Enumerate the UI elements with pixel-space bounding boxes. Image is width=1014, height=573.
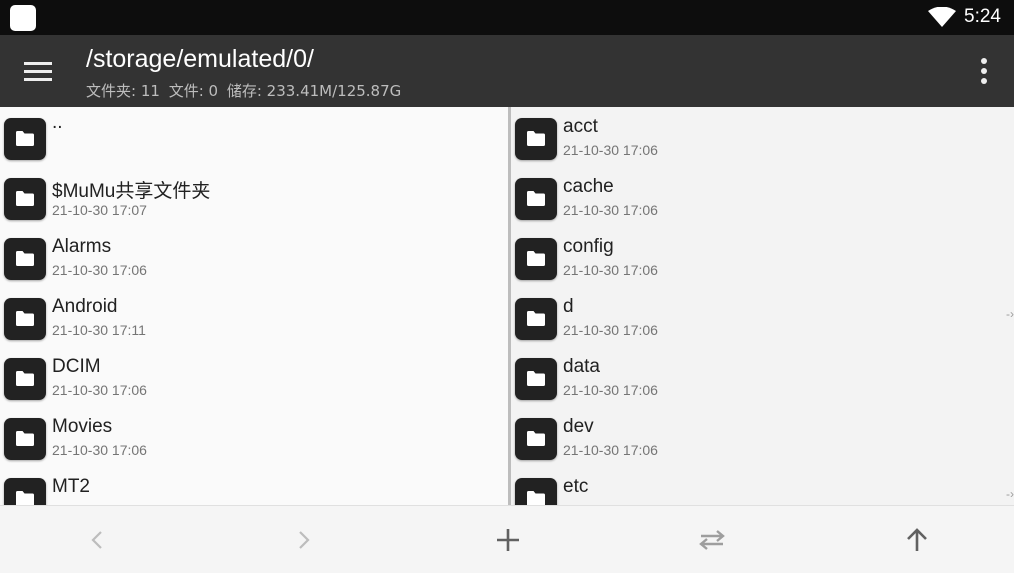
item-name: Alarms bbox=[52, 236, 112, 257]
folder-icon bbox=[515, 478, 557, 505]
item-name: acct bbox=[563, 116, 598, 137]
list-item[interactable]: Movies 21-10-30 17:06 bbox=[0, 407, 508, 467]
item-date: 21-10-30 17:06 bbox=[52, 262, 147, 278]
file-count: 文件: 0 bbox=[168, 82, 219, 100]
back-button[interactable] bbox=[78, 520, 118, 560]
item-date: 21-10-30 17:06 bbox=[563, 322, 658, 338]
right-file-pane[interactable]: acct 21-10-30 17:06 cache 21-10-30 17:06… bbox=[511, 107, 1014, 505]
bottom-toolbar bbox=[0, 505, 1014, 573]
item-name: MT2 bbox=[52, 476, 90, 497]
list-item[interactable]: Alarms 21-10-30 17:06 bbox=[0, 227, 508, 287]
folder-icon bbox=[4, 358, 46, 400]
list-item[interactable]: acct 21-10-30 17:06 bbox=[511, 107, 1014, 167]
wifi-icon bbox=[928, 7, 956, 27]
list-item[interactable]: d 21-10-30 17:06 -› bbox=[511, 287, 1014, 347]
item-date: 21-10-30 17:06 bbox=[563, 382, 658, 398]
item-name: dev bbox=[563, 416, 594, 437]
app-square-icon bbox=[10, 5, 36, 31]
item-date: 21-10-30 17:11 bbox=[52, 322, 146, 338]
item-name: etc bbox=[563, 476, 589, 497]
forward-button[interactable] bbox=[283, 520, 323, 560]
directory-info: 文件夹: 11 文件: 0 储存: 233.41M/125.87G bbox=[86, 80, 405, 101]
list-item[interactable]: Android 21-10-30 17:11 bbox=[0, 287, 508, 347]
item-date: 21-10-30 17:06 bbox=[563, 442, 658, 458]
item-name: .. bbox=[52, 112, 63, 133]
status-bar: 5:24 bbox=[0, 0, 1014, 35]
list-item[interactable]: cache 21-10-30 17:06 bbox=[511, 167, 1014, 227]
item-name: $MuMu共享文件夹 bbox=[52, 181, 211, 202]
list-item[interactable]: MT2 bbox=[0, 467, 508, 505]
symlink-indicator: -› bbox=[1006, 487, 1014, 501]
add-icon bbox=[497, 529, 519, 551]
folder-icon bbox=[515, 118, 557, 160]
menu-button[interactable] bbox=[18, 55, 58, 87]
folder-icon bbox=[4, 118, 46, 160]
clock: 5:24 bbox=[964, 6, 1001, 27]
folder-icon bbox=[515, 418, 557, 460]
add-button[interactable] bbox=[488, 520, 528, 560]
folder-icon bbox=[515, 178, 557, 220]
folder-icon bbox=[4, 298, 46, 340]
list-item[interactable]: data 21-10-30 17:06 bbox=[511, 347, 1014, 407]
item-name: data bbox=[563, 356, 600, 377]
folder-count: 文件夹: 11 bbox=[86, 82, 160, 100]
up-icon bbox=[907, 528, 927, 551]
list-item[interactable]: config 21-10-30 17:06 bbox=[511, 227, 1014, 287]
folder-icon bbox=[4, 238, 46, 280]
symlink-indicator: -› bbox=[1006, 307, 1014, 321]
swap-panes-button[interactable] bbox=[692, 520, 732, 560]
item-date: 21-10-30 17:06 bbox=[52, 442, 147, 458]
back-icon bbox=[91, 531, 102, 549]
folder-icon bbox=[4, 418, 46, 460]
item-date: 21-10-30 17:06 bbox=[52, 382, 147, 398]
list-item[interactable]: $MuMu共享文件夹 21-10-30 17:07 bbox=[0, 167, 508, 227]
storage-usage: 储存: 233.41M/125.87G bbox=[226, 82, 402, 100]
item-name: cache bbox=[563, 176, 614, 197]
up-directory-button[interactable] bbox=[897, 520, 937, 560]
list-item[interactable]: DCIM 21-10-30 17:06 bbox=[0, 347, 508, 407]
current-path: /storage/emulated/0/ bbox=[86, 45, 314, 73]
item-date: 21-10-30 17:06 bbox=[563, 202, 658, 218]
app-bar: /storage/emulated/0/ 文件夹: 11 文件: 0 储存: 2… bbox=[0, 35, 1014, 107]
item-name: config bbox=[563, 236, 614, 257]
item-name: Movies bbox=[52, 416, 113, 437]
item-name: DCIM bbox=[52, 356, 101, 377]
left-file-pane[interactable]: .. $MuMu共享文件夹 21-10-30 17:07 Alarms 21-1… bbox=[0, 107, 508, 505]
item-date: 21-10-30 17:07 bbox=[52, 202, 147, 218]
swap-icon bbox=[699, 530, 725, 550]
folder-icon bbox=[515, 358, 557, 400]
list-item[interactable]: dev 21-10-30 17:06 bbox=[511, 407, 1014, 467]
forward-icon bbox=[299, 531, 310, 549]
folder-icon bbox=[515, 298, 557, 340]
list-item-parent-dir[interactable]: .. bbox=[0, 107, 508, 167]
folder-icon bbox=[515, 238, 557, 280]
item-name: d bbox=[563, 296, 574, 317]
item-date: 21-10-30 17:06 bbox=[563, 262, 658, 278]
folder-icon bbox=[4, 478, 46, 505]
folder-icon bbox=[4, 178, 46, 220]
item-name: Android bbox=[52, 296, 118, 317]
item-date: 21-10-30 17:06 bbox=[563, 142, 658, 158]
list-item[interactable]: etc -› bbox=[511, 467, 1014, 505]
more-options-button[interactable] bbox=[970, 55, 998, 87]
